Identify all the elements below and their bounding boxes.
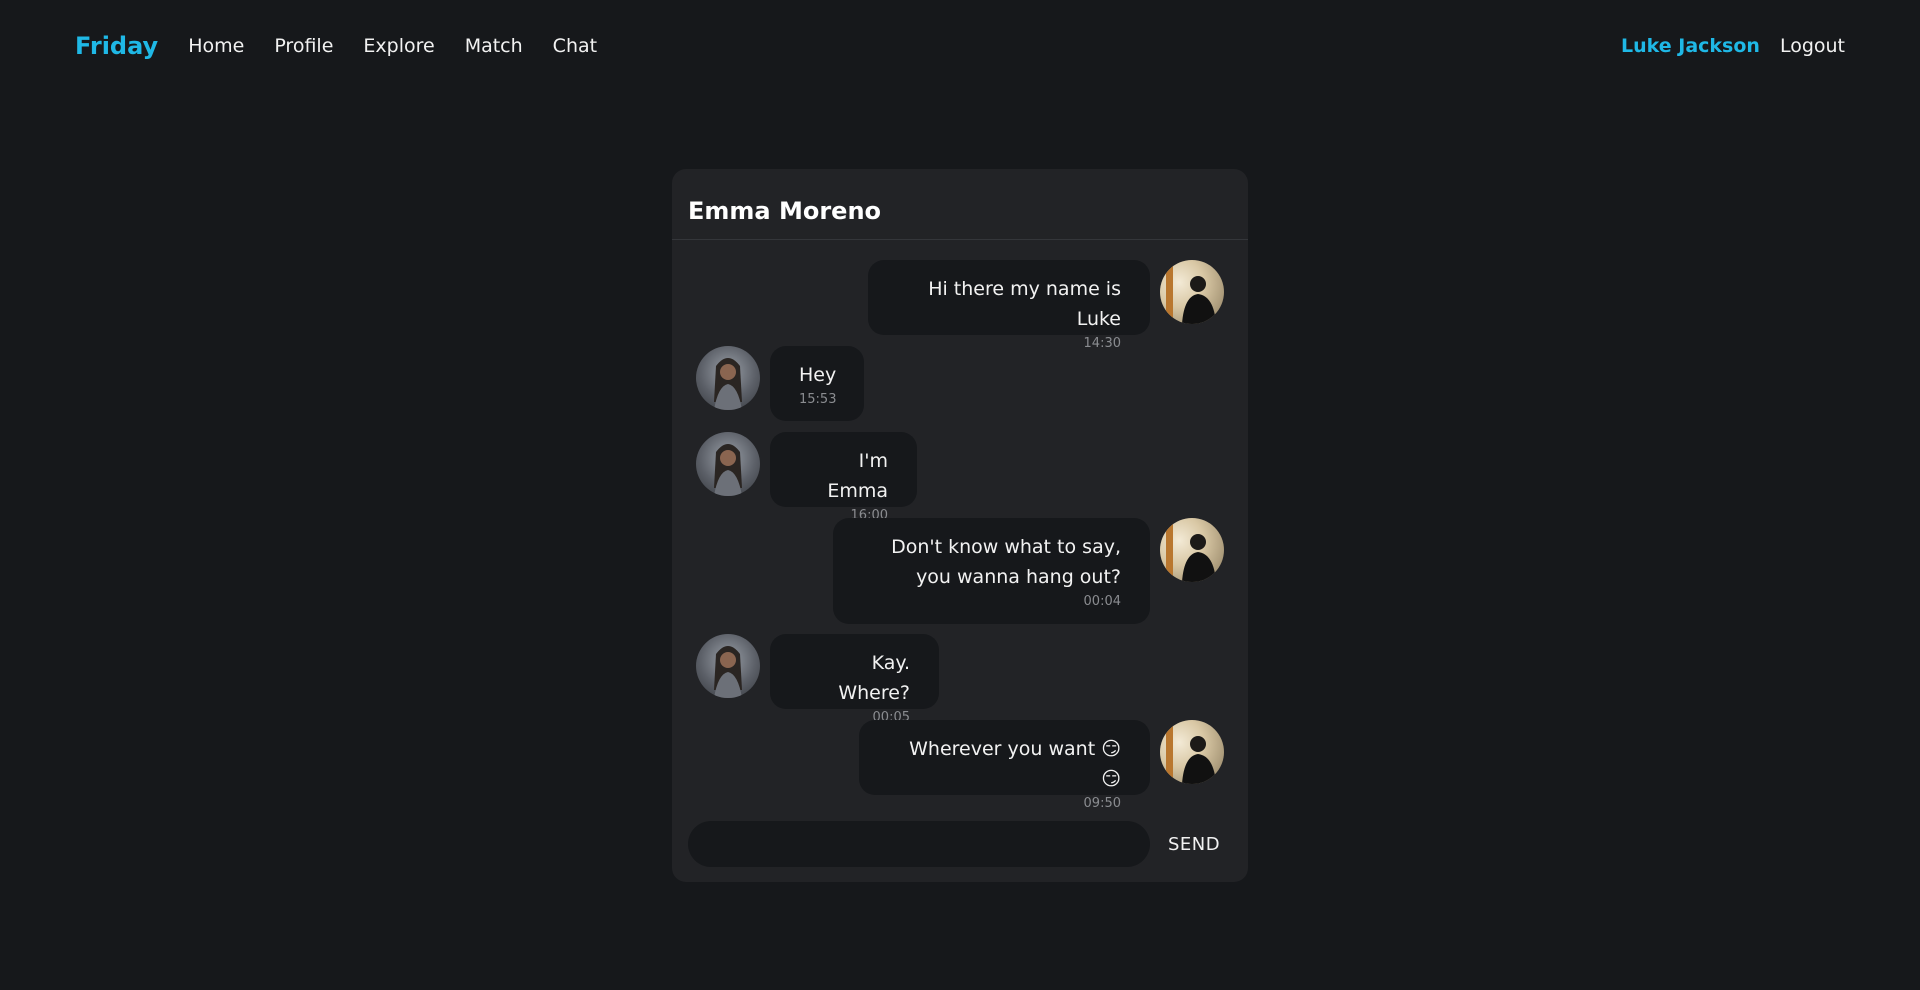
user-avatar bbox=[1160, 720, 1224, 784]
logout-link[interactable]: Logout bbox=[1780, 35, 1845, 57]
user-avatar bbox=[1160, 518, 1224, 582]
nav-right: Luke Jackson Logout bbox=[1621, 35, 1845, 57]
message-composer: SEND bbox=[688, 821, 1232, 867]
message-bubble: Wherever you want 😏 😏 09:50 bbox=[859, 720, 1150, 811]
message-time: 15:53 bbox=[799, 392, 837, 407]
partner-avatar bbox=[696, 432, 760, 496]
send-button[interactable]: SEND bbox=[1168, 834, 1220, 855]
message-list: Hi there my name is Luke 14:30 Hey 15:53 bbox=[672, 240, 1248, 811]
message-text: Kay. Where? bbox=[838, 652, 910, 704]
chat-partner-name: Emma Moreno bbox=[688, 197, 882, 225]
chat-panel: Emma Moreno Hi there my name is Luke 14:… bbox=[672, 169, 1248, 882]
message-text: Wherever you want 😏 😏 bbox=[909, 738, 1121, 790]
chat-header: Emma Moreno bbox=[672, 169, 1248, 240]
message-incoming: Kay. Where? 00:05 bbox=[672, 614, 1248, 725]
brand-logo[interactable]: Friday bbox=[75, 32, 158, 60]
nav-link-home[interactable]: Home bbox=[188, 35, 244, 57]
nav-link-profile[interactable]: Profile bbox=[274, 35, 333, 57]
nav-link-explore[interactable]: Explore bbox=[363, 35, 434, 57]
message-bubble: I'm Emma 16:00 bbox=[770, 432, 917, 523]
user-avatar bbox=[1160, 260, 1224, 324]
message-bubble: Don't know what to say, you wanna hang o… bbox=[833, 518, 1150, 624]
message-incoming: I'm Emma 16:00 bbox=[672, 412, 1248, 523]
message-outgoing: Hi there my name is Luke 14:30 bbox=[672, 240, 1248, 351]
partner-avatar bbox=[696, 634, 760, 698]
message-text: Hi there my name is Luke bbox=[928, 278, 1121, 330]
message-incoming: Hey 15:53 bbox=[672, 326, 1248, 421]
nav-link-match[interactable]: Match bbox=[465, 35, 523, 57]
nav-left: Friday Home Profile Explore Match Chat bbox=[75, 32, 627, 60]
message-outgoing: Wherever you want 😏 😏 09:50 bbox=[672, 700, 1248, 811]
message-time: 00:04 bbox=[1083, 594, 1121, 609]
message-bubble: Hi there my name is Luke 14:30 bbox=[868, 260, 1150, 351]
message-time: 09:50 bbox=[1083, 796, 1121, 811]
message-text: I'm Emma bbox=[827, 450, 888, 502]
nav-link-chat[interactable]: Chat bbox=[553, 35, 597, 57]
message-input[interactable] bbox=[688, 821, 1150, 867]
message-text: Hey bbox=[799, 364, 837, 386]
partner-avatar bbox=[696, 346, 760, 410]
message-text: Don't know what to say, you wanna hang o… bbox=[891, 536, 1121, 588]
top-navbar: Friday Home Profile Explore Match Chat L… bbox=[0, 0, 1920, 92]
message-outgoing: Don't know what to say, you wanna hang o… bbox=[672, 498, 1248, 624]
current-user-link[interactable]: Luke Jackson bbox=[1621, 35, 1760, 57]
message-bubble: Kay. Where? 00:05 bbox=[770, 634, 939, 725]
message-bubble: Hey 15:53 bbox=[770, 346, 864, 421]
